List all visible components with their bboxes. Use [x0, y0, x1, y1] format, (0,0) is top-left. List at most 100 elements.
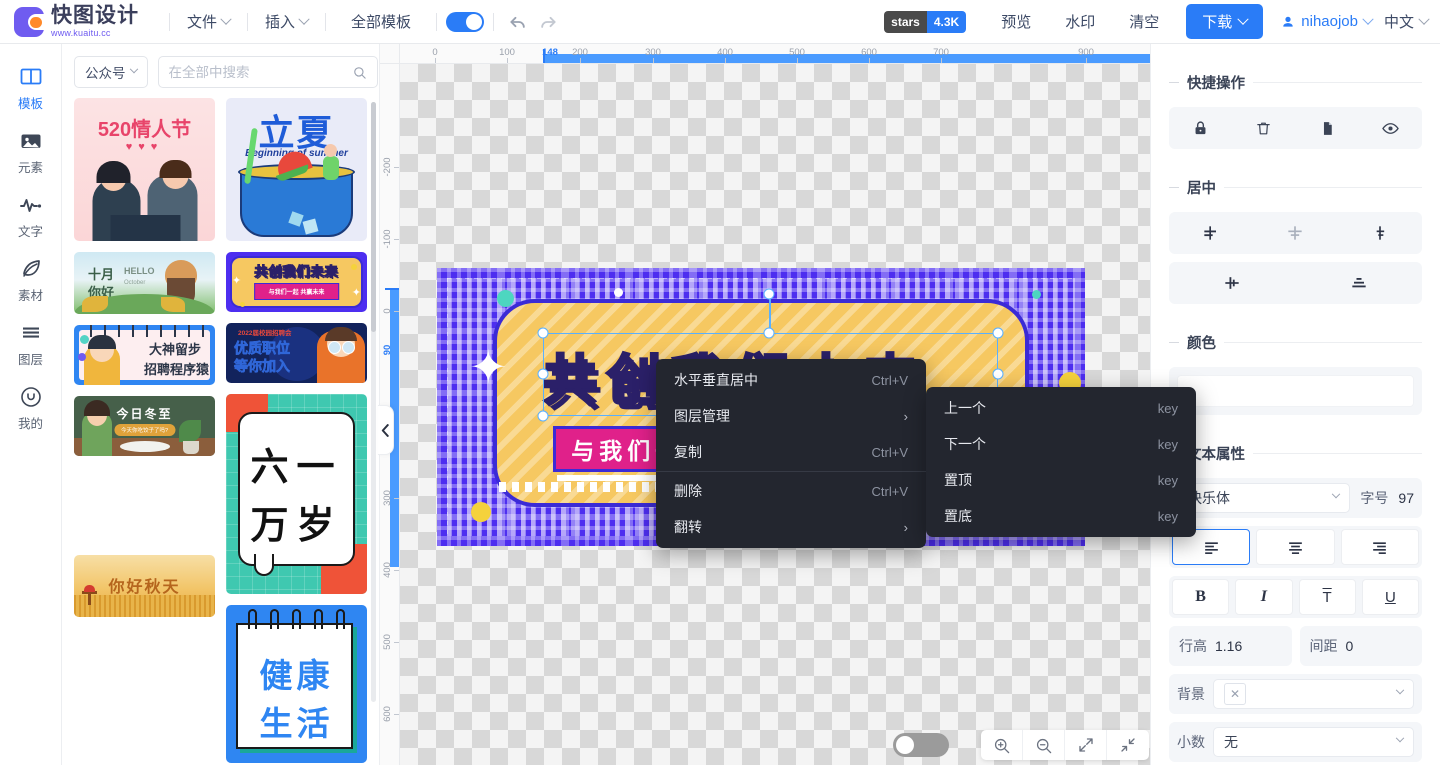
template-card[interactable]: 六一 万岁	[226, 394, 367, 594]
strikethrough-button[interactable]: T	[1299, 579, 1356, 615]
category-select[interactable]: 公众号	[74, 56, 148, 88]
submenu-item-move-down[interactable]: 下一个 key	[926, 431, 1196, 457]
download-button[interactable]: 下载	[1186, 4, 1263, 39]
logo[interactable]: 快图设计 www.kuaitu.cc	[0, 5, 160, 38]
redo-button[interactable]	[533, 7, 563, 37]
italic-icon: I	[1261, 588, 1267, 606]
font-size-value[interactable]: 97	[1398, 490, 1414, 506]
align-bottom-button[interactable]	[1296, 273, 1423, 293]
menu-file[interactable]: 文件	[179, 7, 238, 36]
template-card[interactable]: 共创我们未来 与我们一起 共赢未来 ✦ ✦	[226, 252, 367, 312]
context-menu-item-copy[interactable]: 复制 Ctrl+V	[656, 439, 926, 465]
resize-handle-tr[interactable]	[993, 328, 1004, 339]
template-card[interactable]: 2022届校园招聘会 优质职位 等你加入	[226, 323, 367, 383]
chevron-down-icon	[1396, 733, 1404, 741]
template-card[interactable]: 你好秋天	[74, 555, 215, 617]
context-menu-item-layer-manage[interactable]: 图层管理 ›	[656, 403, 926, 429]
bold-button[interactable]: B	[1172, 579, 1229, 615]
scrollbar-thumb[interactable]	[371, 102, 376, 332]
zoom-in-icon	[992, 736, 1011, 755]
all-templates-label: 全部模板	[351, 11, 411, 32]
close-icon: ✕	[1224, 683, 1246, 705]
sidebar-item-templates[interactable]: 模板	[0, 56, 61, 120]
user-menu[interactable]: nihaojob	[1273, 13, 1380, 30]
letter-spacing-field[interactable]: 间距 0	[1300, 626, 1423, 666]
expand-icon	[1077, 736, 1095, 754]
template-card[interactable]: 大神留步 招聘程序猿	[74, 325, 215, 385]
align-right-button[interactable]	[1338, 223, 1422, 243]
submenu-item-send-to-back[interactable]: 置底 key	[926, 503, 1196, 529]
submenu-item-move-up[interactable]: 上一个 key	[926, 395, 1196, 421]
align-vertical-center-button[interactable]	[1169, 273, 1296, 293]
align-center-horizontal-button[interactable]	[1253, 223, 1337, 243]
search-input[interactable]	[169, 65, 346, 80]
submenu-label: 上一个	[944, 398, 1158, 418]
underline-button[interactable]: U	[1362, 579, 1419, 615]
resize-handle-tl[interactable]	[538, 328, 549, 339]
github-stars-badge[interactable]: stars 4.3K	[884, 11, 966, 33]
templates-scroll[interactable]: 520情人节 ♥♥♥	[62, 98, 379, 765]
delete-button[interactable]	[1232, 120, 1295, 137]
text-align-center-button[interactable]	[1256, 529, 1334, 565]
sidebar-item-mine[interactable]: 我的	[0, 376, 61, 440]
context-menu-item-flip[interactable]: 翻转 ›	[656, 514, 926, 540]
menu-insert[interactable]: 插入	[257, 7, 316, 36]
color-swatch[interactable]	[1177, 375, 1414, 407]
lock-button[interactable]	[1169, 120, 1232, 137]
submenu-item-bring-to-front[interactable]: 置顶 key	[926, 467, 1196, 493]
panel-collapse-button[interactable]	[378, 405, 394, 455]
sidebar-item-materials[interactable]: 素材	[0, 248, 61, 312]
resize-handle-mr[interactable]	[993, 369, 1004, 380]
line-height-field[interactable]: 行高 1.16	[1169, 626, 1292, 666]
horizontal-ruler[interactable]: 0 100 148 200 300 400 500 600 700 777 90…	[400, 44, 1150, 64]
sidebar-item-text[interactable]: 文字	[0, 184, 61, 248]
sidebar-item-layers[interactable]: 图层	[0, 312, 61, 376]
fit-collapse-button[interactable]	[1107, 730, 1149, 760]
language-menu[interactable]: 中文	[1380, 11, 1440, 32]
zoom-out-button[interactable]	[1023, 730, 1065, 760]
resize-handle-tc[interactable]	[764, 328, 775, 339]
template-card[interactable]: 健康 生活	[226, 605, 367, 763]
zoom-in-button[interactable]	[981, 730, 1023, 760]
template-card[interactable]: 十月 HELLO October 你好	[74, 252, 215, 314]
all-templates-button[interactable]: 全部模板	[335, 7, 427, 36]
visibility-button[interactable]	[1359, 119, 1422, 138]
user-icon	[1281, 15, 1295, 29]
search-box[interactable]	[158, 56, 378, 88]
context-submenu[interactable]: 上一个 key 下一个 key 置顶 key 置底 key	[926, 387, 1196, 537]
color-picker[interactable]	[1169, 367, 1422, 415]
resize-handle-bl[interactable]	[538, 411, 549, 422]
search-icon[interactable]	[352, 65, 367, 80]
sidebar-item-elements[interactable]: 元素	[0, 120, 61, 184]
context-menu[interactable]: 水平垂直居中 Ctrl+V 图层管理 › 复制 Ctrl+V 删除 Ctrl+V…	[656, 359, 926, 548]
divider	[325, 13, 326, 31]
decimal-select[interactable]: 无	[1213, 727, 1414, 757]
header-toggle[interactable]	[446, 12, 484, 32]
context-menu-item-center[interactable]: 水平垂直居中 Ctrl+V	[656, 367, 926, 393]
italic-button[interactable]: I	[1235, 579, 1292, 615]
template-card[interactable]: 今日冬至 今天你吃饺子了吗?	[74, 396, 215, 456]
watermark-button[interactable]: 水印	[1048, 11, 1112, 32]
clear-button[interactable]: 清空	[1112, 11, 1176, 32]
preview-button[interactable]: 预览	[984, 11, 1048, 32]
text-align-right-button[interactable]	[1341, 529, 1419, 565]
context-menu-item-delete[interactable]: 删除 Ctrl+V	[656, 478, 926, 504]
rotation-handle[interactable]	[764, 289, 775, 300]
copy-button[interactable]	[1296, 120, 1359, 137]
eye-icon	[1381, 119, 1400, 138]
templates-scrollbar[interactable]	[371, 102, 376, 702]
chevron-down-icon	[1362, 13, 1373, 24]
align-left-icon	[1201, 223, 1221, 243]
align-left-button[interactable]	[1169, 223, 1253, 243]
template-card[interactable]: 520情人节 ♥♥♥	[74, 98, 215, 241]
resize-handle-ml[interactable]	[538, 369, 549, 380]
template-card[interactable]: 立夏 Beginning of summer	[226, 98, 367, 241]
lock-icon	[1192, 120, 1209, 137]
canvas-toggle[interactable]	[893, 733, 949, 757]
download-label: 下载	[1202, 11, 1232, 32]
fit-expand-button[interactable]	[1065, 730, 1107, 760]
font-family-select[interactable]: 快乐体	[1177, 483, 1350, 513]
undo-button[interactable]	[503, 7, 533, 37]
background-select[interactable]: ✕	[1213, 679, 1414, 709]
letter-spacing-label: 间距	[1310, 636, 1338, 656]
